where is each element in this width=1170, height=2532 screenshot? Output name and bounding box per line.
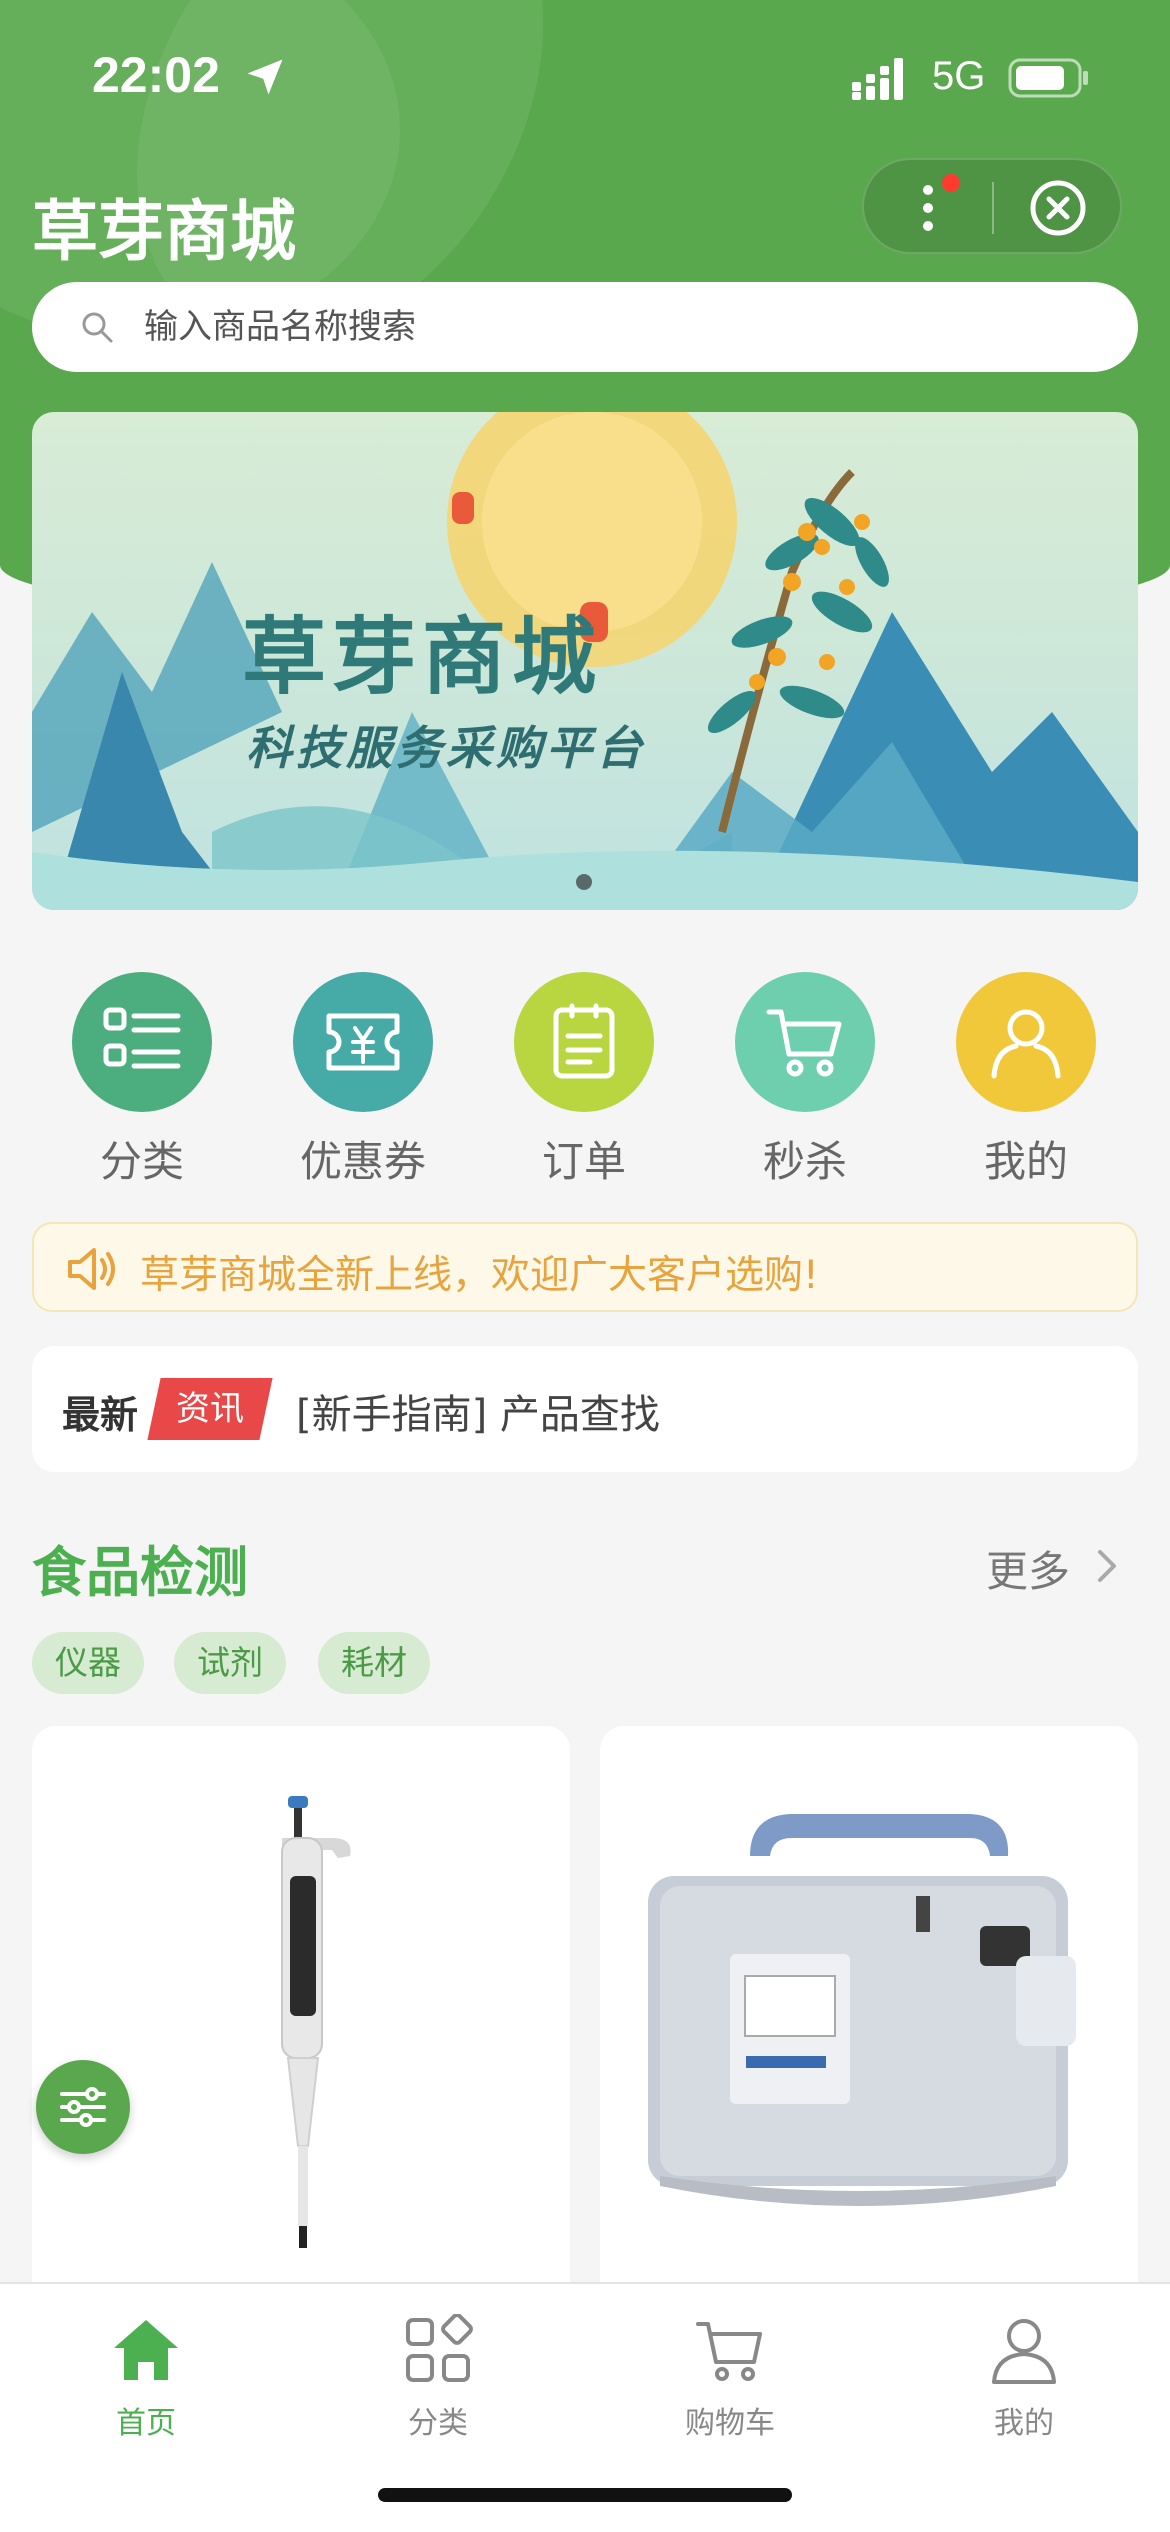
- tab-home[interactable]: 首页: [46, 2304, 246, 2444]
- quick-menu: 分类 优惠券 订单 秒杀 我的: [0, 970, 1170, 1190]
- section-title: 食品检测: [32, 1541, 248, 1604]
- battery-icon: [1008, 58, 1088, 98]
- notice-text: 草芽商城全新上线，欢迎广大客户选购!: [140, 1253, 819, 1298]
- news-tag: 资讯: [147, 1378, 273, 1440]
- product-card[interactable]: [32, 1726, 570, 2346]
- banner-subtitle: 科技服务采购平台: [246, 721, 646, 775]
- quick-item-label: 订单: [541, 1137, 626, 1186]
- quick-item-circle: [72, 972, 212, 1112]
- home-icon: [114, 2320, 178, 2380]
- order-icon: [553, 1003, 615, 1079]
- user-icon: [991, 1009, 1061, 1079]
- promo-banner[interactable]: 草芽商城 科技服务采购平台: [32, 412, 1138, 910]
- news-headline[interactable]: [新手指南] 产品查找: [296, 1382, 660, 1440]
- section-more-link[interactable]: 更多: [986, 1538, 1070, 1599]
- tab-label: 分类: [408, 2406, 468, 2441]
- filter-sliders-icon: [60, 2087, 106, 2127]
- product-card[interactable]: [600, 1726, 1138, 2346]
- quick-item-coupon[interactable]: 优惠券: [263, 970, 463, 1190]
- quick-item-label: 秒杀: [762, 1137, 847, 1186]
- chevron-right-icon[interactable]: [1094, 1546, 1120, 1586]
- news-ticker[interactable]: 最新 资讯 [新手指南] 产品查找: [32, 1346, 1138, 1472]
- notification-dot: [942, 174, 960, 192]
- tab-label: 我的: [994, 2406, 1054, 2441]
- cart-icon: [766, 1009, 842, 1077]
- chip-reagent[interactable]: 试剂: [174, 1632, 286, 1694]
- search-input[interactable]: [144, 300, 1044, 354]
- status-time: 22:02: [92, 47, 220, 103]
- capsule-divider: [992, 182, 994, 234]
- quick-item-circle: [293, 972, 433, 1112]
- network-type: 5G: [932, 54, 986, 98]
- quick-item-label: 优惠券: [299, 1137, 426, 1186]
- page: 22:02 5G 草芽商城 输入商品名称搜索 草芽商城 科技服务采购平台 分类 …: [0, 0, 1170, 2532]
- quick-item-flash-sale[interactable]: 秒杀: [705, 970, 905, 1190]
- filter-button[interactable]: [36, 2060, 130, 2154]
- news-latest-label: 最新: [62, 1393, 139, 1437]
- tab-mine[interactable]: 我的: [924, 2304, 1124, 2444]
- notice-bar[interactable]: 草芽商城全新上线，欢迎广大客户选购!: [32, 1222, 1138, 1312]
- banner-title: 草芽商城: [242, 608, 603, 706]
- quick-item-category[interactable]: 分类: [42, 970, 242, 1190]
- speaker-icon: [68, 1248, 115, 1290]
- signal-icon: [852, 58, 903, 100]
- tab-label: 首页: [116, 2406, 176, 2441]
- chip-consumable[interactable]: 耗材: [318, 1632, 430, 1694]
- close-icon[interactable]: [1028, 178, 1088, 238]
- tab-cart[interactable]: 购物车: [630, 2304, 830, 2444]
- list-icon: [103, 1007, 181, 1069]
- status-bar: 22:02 5G: [0, 0, 1170, 150]
- search-bar[interactable]: [32, 282, 1138, 372]
- quick-item-label: 分类: [99, 1137, 184, 1186]
- grid-icon: [406, 2314, 473, 2382]
- home-indicator[interactable]: [378, 2488, 792, 2502]
- quick-item-circle: [735, 972, 875, 1112]
- banner-indicator-dot[interactable]: [576, 874, 592, 890]
- quick-item-circle: [514, 972, 654, 1112]
- coupon-icon: [326, 1013, 400, 1071]
- vacuum-pump-image: [648, 1814, 1076, 2206]
- mini-program-capsule: [862, 158, 1122, 254]
- quick-item-mine[interactable]: 我的: [926, 970, 1126, 1190]
- user-icon: [992, 2319, 1056, 2384]
- page-title: 草芽商城: [32, 193, 296, 270]
- cart-icon: [696, 2322, 762, 2381]
- chip-instrument[interactable]: 仪器: [32, 1632, 144, 1694]
- search-icon: [82, 312, 113, 343]
- quick-item-label: 我的: [983, 1137, 1068, 1186]
- news-tag-label: 资讯: [176, 1389, 244, 1429]
- tab-label: 购物车: [685, 2406, 775, 2441]
- tab-category[interactable]: 分类: [338, 2304, 538, 2444]
- quick-item-circle: [956, 972, 1096, 1112]
- quick-item-orders[interactable]: 订单: [484, 970, 684, 1190]
- pipette-image: [281, 1796, 351, 2248]
- location-arrow-icon: [247, 59, 283, 95]
